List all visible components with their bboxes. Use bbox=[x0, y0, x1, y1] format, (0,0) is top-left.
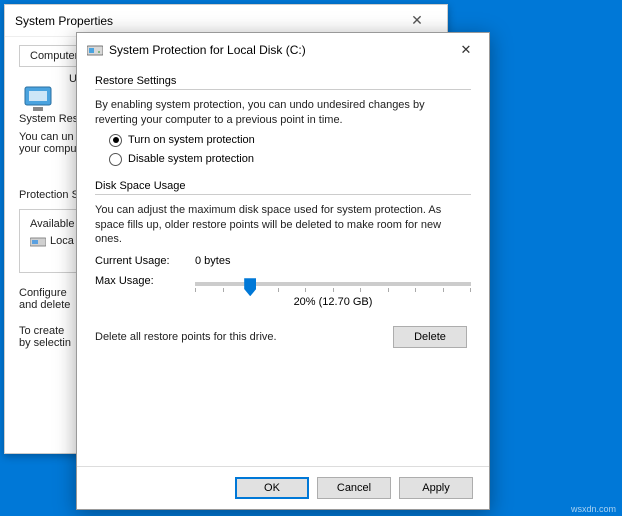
radio-label: Turn on system protection bbox=[128, 134, 255, 146]
drive-icon bbox=[30, 234, 46, 248]
ok-button[interactable]: OK bbox=[235, 477, 309, 499]
slider-value: 20% (12.70 GB) bbox=[195, 296, 471, 308]
back-window-title: System Properties bbox=[15, 14, 113, 28]
divider bbox=[95, 194, 471, 195]
max-usage-slider[interactable]: 20% (12.70 GB) bbox=[195, 275, 471, 308]
system-protection-dialog: System Protection for Local Disk (C:) ✕ … bbox=[76, 32, 490, 510]
apply-button[interactable]: Apply bbox=[399, 477, 473, 499]
max-usage-label: Max Usage: bbox=[95, 275, 195, 287]
current-usage-value: 0 bytes bbox=[195, 255, 230, 267]
radio-label: Disable system protection bbox=[128, 153, 254, 165]
radio-disable[interactable]: Disable system protection bbox=[109, 153, 471, 166]
disk-space-description: You can adjust the maximum disk space us… bbox=[95, 203, 471, 248]
watermark: wsxdn.com bbox=[571, 504, 616, 514]
radio-icon bbox=[109, 153, 122, 166]
divider bbox=[95, 89, 471, 90]
close-button[interactable]: ✕ bbox=[449, 39, 483, 61]
restore-settings-group: Restore Settings bbox=[95, 75, 471, 87]
drive-label: Loca bbox=[50, 235, 74, 247]
radio-icon bbox=[109, 134, 122, 147]
dialog-title: System Protection for Local Disk (C:) bbox=[109, 43, 306, 57]
cancel-button[interactable]: Cancel bbox=[317, 477, 391, 499]
current-usage-label: Current Usage: bbox=[95, 255, 195, 267]
disk-icon bbox=[87, 43, 103, 57]
delete-description: Delete all restore points for this drive… bbox=[95, 330, 393, 345]
delete-button[interactable]: Delete bbox=[393, 326, 467, 348]
close-icon[interactable]: ✕ bbox=[397, 12, 437, 29]
titlebar: System Protection for Local Disk (C:) ✕ bbox=[77, 33, 489, 67]
radio-turn-on[interactable]: Turn on system protection bbox=[109, 134, 471, 147]
computer-icon bbox=[23, 83, 59, 119]
dialog-footer: OK Cancel Apply bbox=[77, 466, 489, 509]
close-icon: ✕ bbox=[461, 42, 472, 58]
disk-space-group: Disk Space Usage bbox=[95, 180, 471, 192]
restore-settings-description: By enabling system protection, you can u… bbox=[95, 98, 471, 128]
